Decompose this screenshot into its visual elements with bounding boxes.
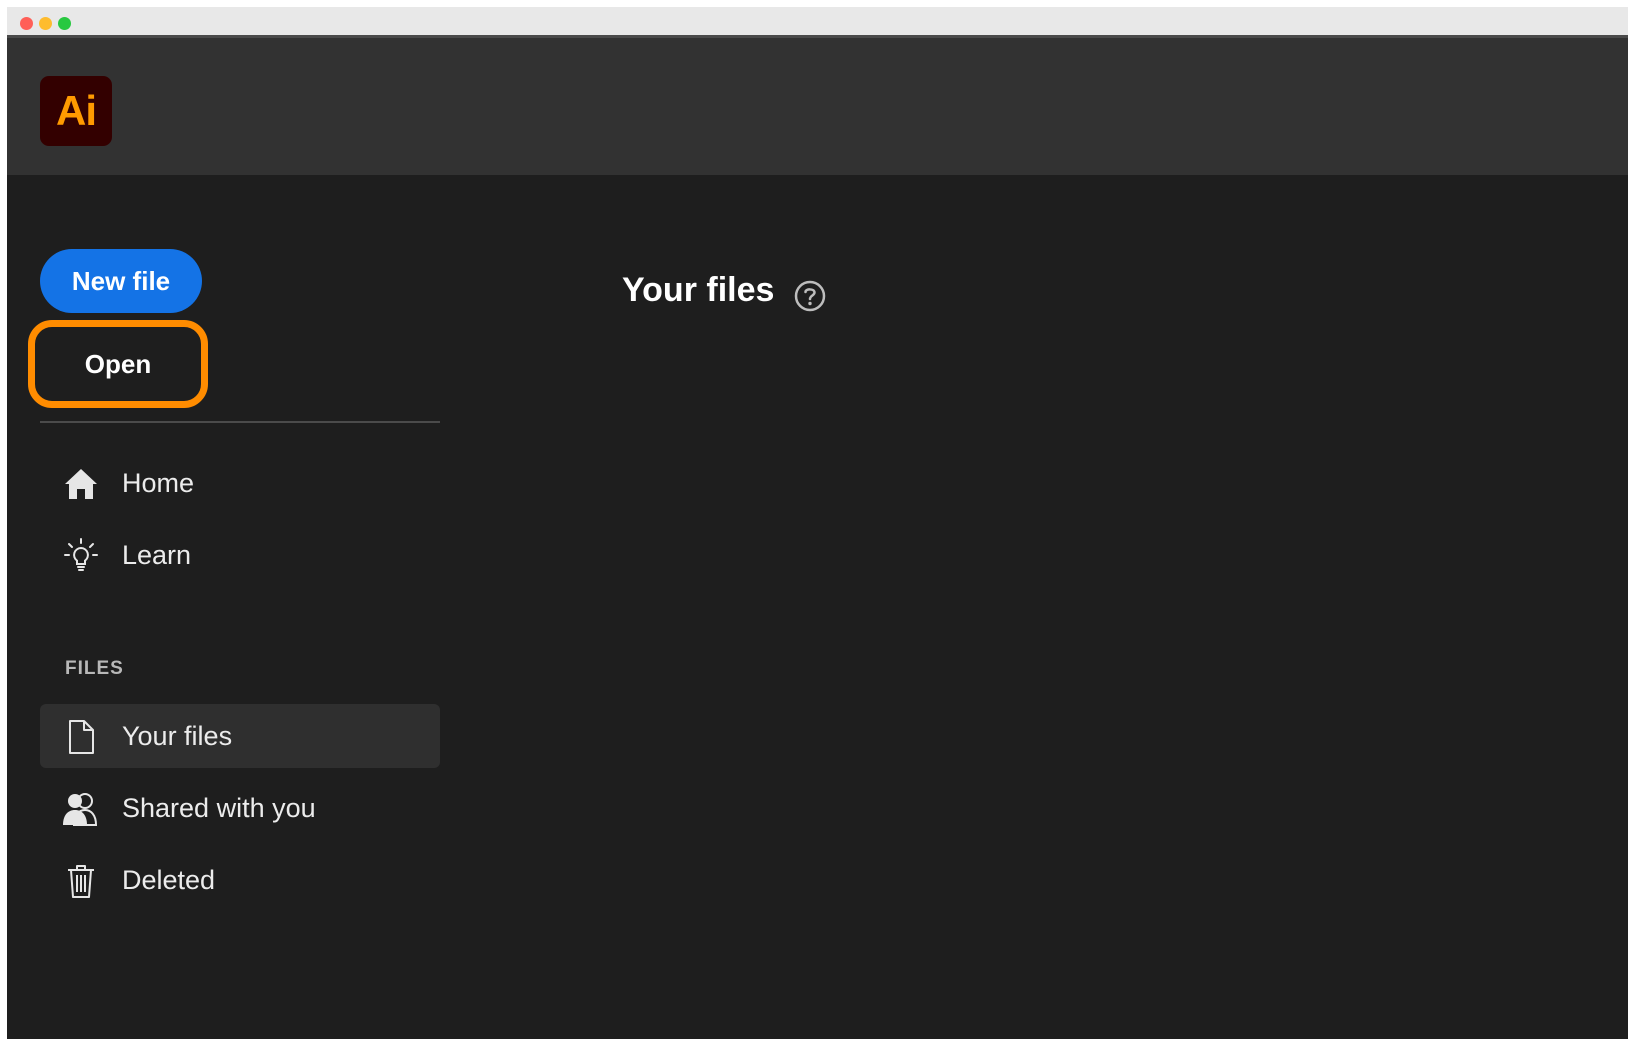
lightbulb-icon [62, 537, 100, 575]
trash-icon [62, 862, 100, 900]
sidebar-item-your-files[interactable]: Your files [40, 704, 440, 768]
people-icon [62, 790, 100, 828]
open-button[interactable]: Open [40, 332, 196, 396]
app-header: Ai [7, 38, 1628, 175]
app-logo-text: Ai [56, 87, 97, 134]
sidebar-item-label: Shared with you [122, 792, 316, 823]
home-icon [62, 465, 100, 503]
new-file-button[interactable]: New file [40, 249, 202, 313]
sidebar-item-shared-with-you[interactable]: Shared with you [40, 776, 440, 840]
help-icon[interactable] [793, 279, 827, 313]
title-bar [7, 7, 1628, 38]
adobe-illustrator-logo-icon: Ai [40, 76, 112, 146]
sidebar-divider [40, 421, 440, 423]
sidebar-item-deleted[interactable]: Deleted [40, 848, 440, 912]
minimize-window-button[interactable] [39, 17, 52, 30]
sidebar-item-learn[interactable]: Learn [40, 523, 440, 587]
zoom-window-button[interactable] [58, 17, 71, 30]
sidebar-item-home[interactable]: Home [40, 451, 440, 515]
sidebar-item-label: Learn [122, 539, 192, 570]
sidebar-item-label: Deleted [122, 864, 216, 895]
sidebar-item-label: Home [122, 467, 195, 498]
sidebar-item-label: Your files [122, 720, 233, 751]
app-window: Ai New file Open Home Learn FILES Your f… [7, 7, 1628, 1039]
document-icon [62, 718, 100, 756]
page-title: Your files [622, 271, 775, 309]
close-window-button[interactable] [20, 17, 33, 30]
files-section-heading: FILES [65, 658, 124, 679]
